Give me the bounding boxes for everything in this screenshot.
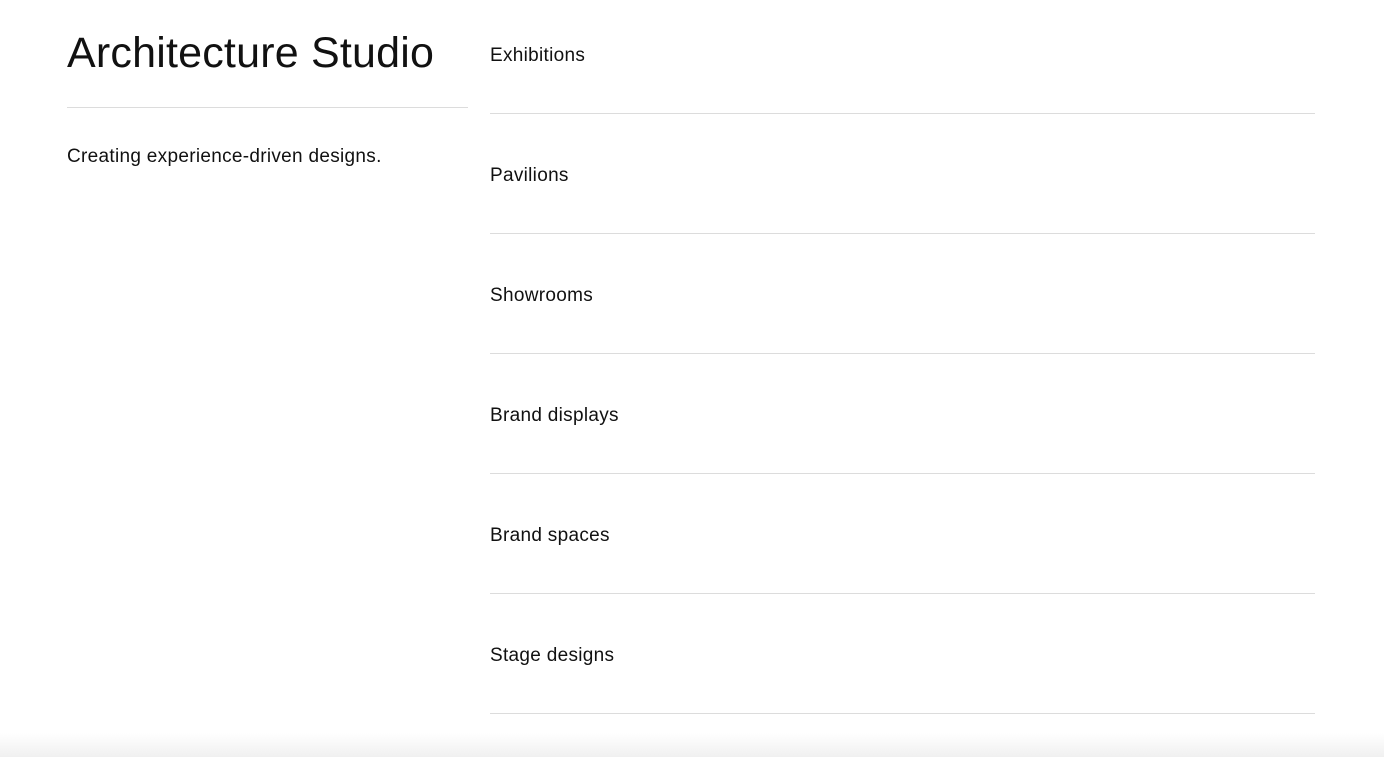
page-title: Architecture Studio <box>67 29 435 77</box>
studio-tagline: Creating experience-driven designs. <box>67 146 382 167</box>
service-label: Stage designs <box>490 645 615 666</box>
service-item-showrooms[interactable]: Showrooms <box>490 234 1315 354</box>
page: Architecture Studio Creating experience-… <box>0 0 1384 757</box>
service-item-brand-spaces[interactable]: Brand spaces <box>490 474 1315 594</box>
services-list: Exhibitions Pavilions Showrooms Brand di… <box>490 0 1315 714</box>
service-item-brand-displays[interactable]: Brand displays <box>490 354 1315 474</box>
service-label: Exhibitions <box>490 45 586 66</box>
service-label: Brand spaces <box>490 525 610 546</box>
service-item-pavilions[interactable]: Pavilions <box>490 114 1315 234</box>
bottom-fade <box>0 733 1384 757</box>
service-item-stage-designs[interactable]: Stage designs <box>490 594 1315 714</box>
service-item-exhibitions[interactable]: Exhibitions <box>490 0 1315 114</box>
service-label: Showrooms <box>490 285 594 306</box>
title-divider <box>67 107 468 108</box>
service-label: Brand displays <box>490 405 619 426</box>
service-label: Pavilions <box>490 165 569 186</box>
